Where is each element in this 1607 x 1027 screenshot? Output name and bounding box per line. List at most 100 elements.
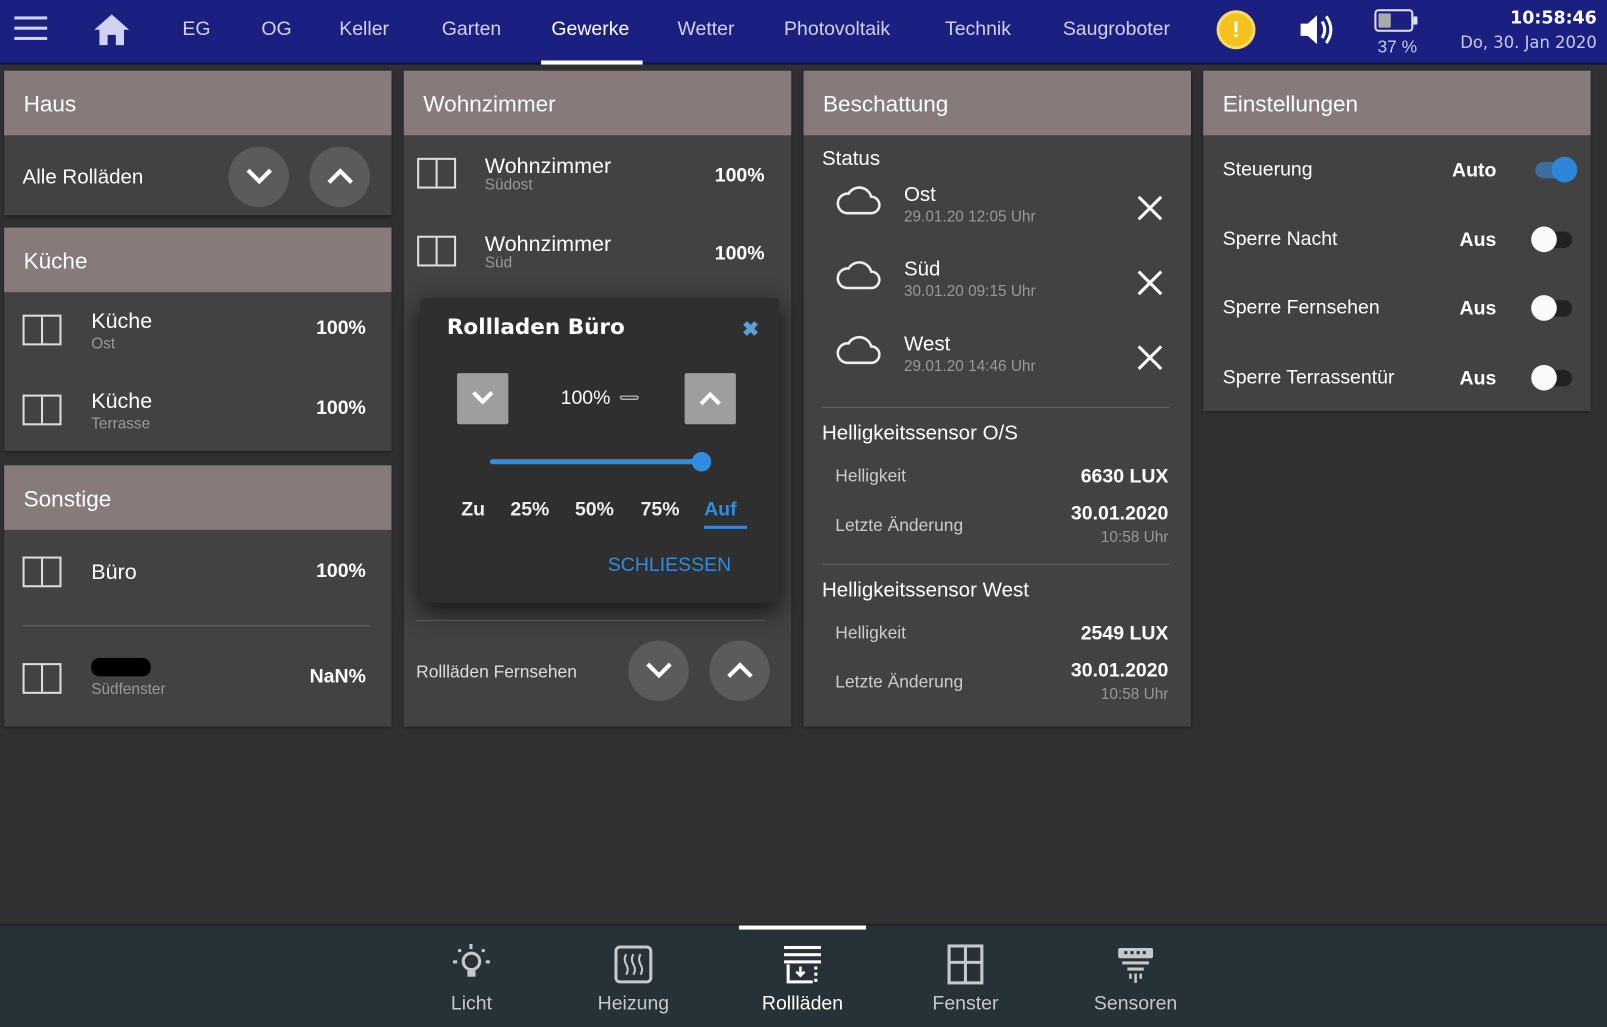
window-icon [417,235,457,267]
card-title: Küche [4,227,392,293]
speaker-icon[interactable] [1298,12,1337,47]
status-time: 29.01.20 12:05 Uhr [903,208,1036,226]
tab-keller[interactable]: Keller [339,18,389,41]
setting-value: Aus [1459,229,1497,251]
card-sonstige: Sonstige Büro 100% Südfenster NaN% [4,465,392,727]
tab-technik[interactable]: Technik [945,18,1011,41]
changed-date: 30.01.2020 [1070,660,1169,682]
shutter-value: 100% [714,165,765,187]
dialog-down-button[interactable] [457,373,509,425]
tv-shutters-label: Rollläden Fernsehen [416,662,577,682]
card-kueche: Küche Küche Ost 100% Küche Terrasse 100% [4,227,392,452]
shutter-value: 100% [316,560,366,583]
changed-label: Letzte Änderung [835,672,964,692]
shutter-row[interactable]: Büro 100% [4,530,391,612]
all-shutters-label: Alle Rolläden [22,166,144,189]
nav-sensoren[interactable]: Sensoren [1074,925,1197,1015]
nav-label: Heizung [597,993,670,1015]
setting-toggle[interactable] [1531,364,1573,390]
shutter-value: 100% [316,397,366,420]
menu-icon[interactable] [14,16,48,43]
setting-value: Auto [1452,159,1497,182]
setting-toggle[interactable] [1535,156,1578,183]
nav-rolllaeden[interactable]: Rollläden [741,925,864,1015]
nav-licht[interactable]: Licht [410,925,533,1015]
tab-garten[interactable]: Garten [442,18,502,41]
preset-75[interactable]: 75% [641,499,680,522]
all-down-button[interactable] [228,146,290,208]
tv-up-button[interactable] [709,640,770,702]
nav-fenster[interactable]: Fenster [904,925,1027,1015]
window-icon [22,394,62,426]
divider [22,625,370,627]
tab-photovoltaik[interactable]: Photovoltaik [784,18,890,41]
shutter-sub: Ost [91,335,116,353]
home-icon[interactable] [92,12,131,47]
shutter-dialog: Rollladen Büro ✖ 100% Zu 25% 50% 75% Auf… [420,298,779,603]
changed-time: 10:58 Uhr [1100,685,1169,704]
setting-label: Sperre Nacht [1222,228,1338,250]
card-title: Sonstige [4,465,392,530]
shading-status-row: West 29.01.20 14:46 Uhr [804,306,1191,381]
status-name: Ost [903,183,936,207]
brightness-sensor: Helligkeitssensor O/S Helligkeit 6630 LU… [804,419,1191,573]
changed-label: Letzte Änderung [835,515,964,535]
all-up-button[interactable] [309,146,370,208]
close-icon[interactable] [1137,195,1164,222]
close-icon[interactable] [1137,344,1164,371]
setting-row: Steuerung Auto [1203,135,1590,204]
shutter-row[interactable]: Südfenster NaN% [4,629,391,721]
status-name: West [903,333,951,356]
divider [821,563,1170,565]
setting-label: Sperre Terrassentür [1222,366,1395,388]
nav-heizung[interactable]: Heizung [572,925,695,1015]
setting-toggle[interactable] [1531,295,1573,321]
brightness-value: 2549 LUX [1080,623,1169,645]
setting-row: Sperre Nacht Aus [1203,204,1590,273]
window-icon [22,556,62,588]
close-icon[interactable] [1137,270,1164,297]
shutter-sub: Terrasse [91,415,151,433]
dialog-close-icon[interactable]: ✖ [742,317,759,343]
sensor-title: Helligkeitssensor West [821,579,1029,602]
shutter-sub: Südost [484,176,533,194]
warning-icon[interactable]: ! [1216,10,1256,50]
shutter-icon [784,945,821,984]
position-slider[interactable] [489,451,712,472]
shutter-row[interactable]: Küche Ost 100% [4,292,391,372]
tab-saugroboter[interactable]: Saugroboter [1063,18,1170,41]
sensor-icon [1118,948,1154,983]
shutter-row[interactable]: Wohnzimmer Südost 100% [404,135,791,213]
time: 10:58:46 [1510,8,1597,29]
card-einstellungen: Einstellungen Steuerung Auto Sperre Nach… [1203,70,1591,412]
setting-toggle[interactable] [1531,225,1573,252]
shutter-name: Küche [91,309,153,334]
setting-row: Sperre Terrassentür Aus [1203,343,1590,412]
shutter-row[interactable]: Küche Terrasse 100% [4,372,391,452]
nav-label: Rollläden [761,993,844,1015]
preset-50[interactable]: 50% [575,499,614,522]
brightness-label: Helligkeit [835,623,906,643]
dialog-up-button[interactable] [684,373,736,425]
nav-label: Sensoren [1093,993,1178,1015]
battery-icon [1374,9,1418,32]
battery-percent: 37 % [1377,36,1418,57]
redacted-name [91,657,151,677]
nav-label: Fenster [932,993,999,1015]
shutter-sub: Süd [484,254,513,272]
preset-auf[interactable]: Auf [704,499,747,529]
tab-wetter[interactable]: Wetter [677,18,734,41]
preset-25[interactable]: 25% [510,499,549,522]
divider [821,406,1170,408]
tv-down-button[interactable] [628,640,689,702]
tab-eg[interactable]: EG [182,18,210,41]
shutter-row[interactable]: Wohnzimmer Süd 100% [404,213,791,291]
nav-label: Licht [450,993,493,1015]
lightbulb-icon [453,943,490,977]
tab-og[interactable]: OG [261,18,291,41]
slider-thumb[interactable] [691,451,712,472]
preset-zu[interactable]: Zu [461,499,485,522]
heater-icon [614,945,653,984]
close-button[interactable]: SCHLIESSEN [608,554,731,577]
tab-gewerke[interactable]: Gewerke [551,18,629,41]
